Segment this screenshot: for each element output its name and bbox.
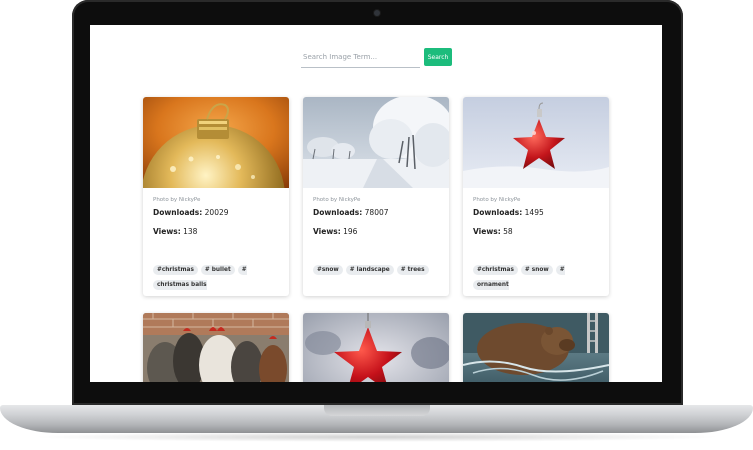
image-card[interactable]: Photo by NickyPe Downloads: 78007 Views:… (303, 97, 449, 296)
photographer-credit: Photo by NickyPe (313, 197, 361, 203)
tag-badge[interactable]: # landscape (345, 265, 394, 275)
tag-badge[interactable]: #christmas (473, 265, 518, 275)
downloads-stat: Downloads: 20029 (153, 207, 279, 218)
card-image-snowy-road (303, 97, 449, 188)
views-stat: Views: 138 (153, 226, 279, 237)
photographer-credit: Photo by NickyPe (153, 197, 201, 203)
search-form: Search (301, 47, 453, 69)
tag-badge[interactable]: # (237, 265, 247, 275)
downloads-label: Downloads: (473, 208, 523, 217)
image-card[interactable]: Photo by NickyPe Downloads: 1495 Views: … (463, 97, 609, 296)
laptop-shadow (30, 432, 723, 442)
downloads-label: Downloads: (153, 208, 203, 217)
downloads-value: 1495 (524, 208, 544, 217)
webcam-icon (374, 10, 380, 16)
search-input[interactable] (301, 47, 420, 68)
tag-badge[interactable]: # trees (396, 265, 429, 275)
downloads-stat: Downloads: 1495 (473, 207, 599, 218)
views-label: Views: (153, 227, 181, 236)
views-value: 58 (503, 227, 513, 236)
views-value: 196 (343, 227, 358, 236)
views-value: 138 (183, 227, 198, 236)
tag-badge[interactable]: # (555, 265, 565, 275)
views-stat: Views: 196 (313, 226, 439, 237)
downloads-stat: Downloads: 78007 (313, 207, 439, 218)
image-card[interactable] (143, 313, 289, 382)
photographer-credit: Photo by NickyPe (473, 197, 521, 203)
tag-badge[interactable]: #snow (313, 265, 343, 275)
downloads-value: 20029 (204, 208, 229, 217)
card-image-bear (463, 313, 609, 382)
laptop-base-notch (324, 405, 430, 416)
browser-screen: Search Image Term... Search Photo by Nic… (90, 25, 662, 382)
search-button[interactable]: Search (424, 48, 452, 66)
tag-badge-continued[interactable]: ornament (473, 280, 509, 290)
card-image-red-star-snow (463, 97, 609, 188)
downloads-value: 78007 (364, 208, 389, 217)
tag-list: #christmas # snow # ornament (473, 260, 599, 290)
tag-badge[interactable]: # snow (520, 265, 553, 275)
tag-badge[interactable]: #christmas (153, 265, 198, 275)
tag-badge[interactable]: # bullet (200, 265, 235, 275)
views-stat: Views: 58 (473, 226, 599, 237)
tag-list: #christmas # bullet # christmas balls (153, 260, 279, 290)
views-label: Views: (473, 227, 501, 236)
card-image-red-star (303, 313, 449, 382)
tag-list: #snow # landscape # trees (313, 260, 439, 275)
card-image-chickens (143, 313, 289, 382)
image-card[interactable] (463, 313, 609, 382)
image-card[interactable] (303, 313, 449, 382)
views-label: Views: (313, 227, 341, 236)
image-card[interactable]: Photo by NickyPe Downloads: 20029 Views:… (143, 97, 289, 296)
card-image-gold-bauble (143, 97, 289, 188)
tag-badge-continued[interactable]: christmas balls (153, 280, 207, 290)
downloads-label: Downloads: (313, 208, 363, 217)
